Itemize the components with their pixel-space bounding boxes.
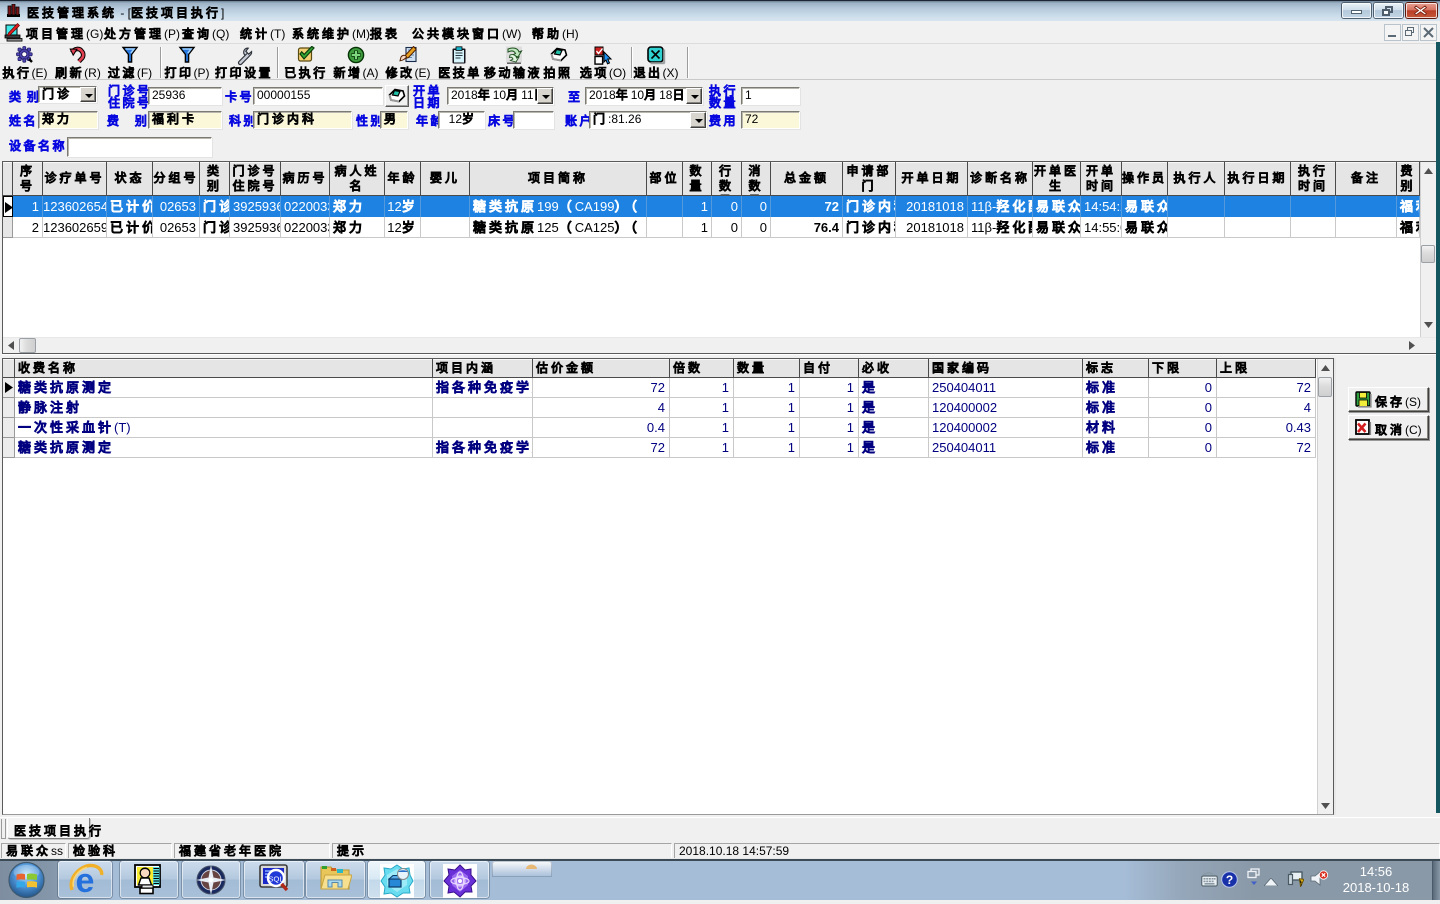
svg-text:SQL: SQL (268, 875, 283, 884)
svg-text:?: ? (1226, 873, 1233, 887)
